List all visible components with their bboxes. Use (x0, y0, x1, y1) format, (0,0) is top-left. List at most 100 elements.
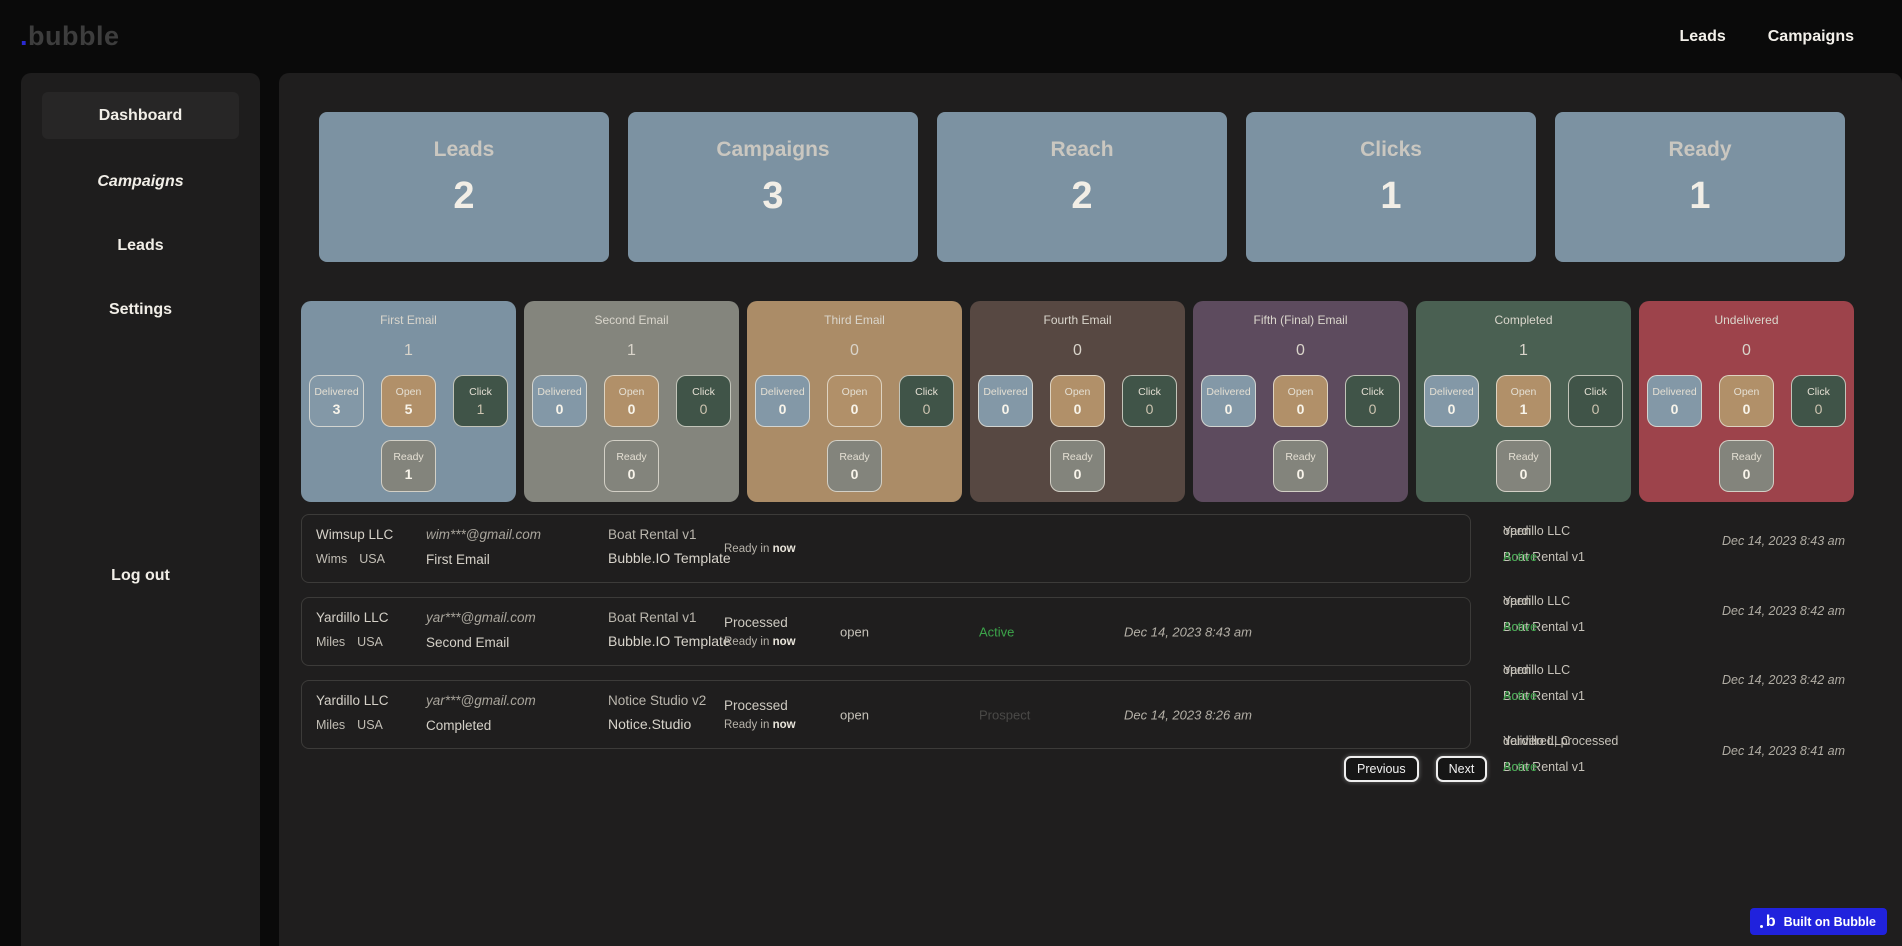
chip-value: 3 (333, 401, 341, 417)
stage-chips: Delivered 0 Open 0 Click 0 (970, 375, 1185, 427)
chip-label: Click (915, 386, 938, 398)
logo-dot-icon: . (20, 21, 28, 51)
nav-leads[interactable]: Leads (1680, 28, 1726, 46)
status-badge: Active (979, 624, 1014, 639)
stat-cards-row: Leads 2 Campaigns 3 Reach 2 Clicks 1 Rea… (319, 112, 1845, 262)
click-chip: Click 0 (1791, 375, 1846, 427)
ready-in-label: Ready in now (724, 543, 796, 555)
sidebar-item-leads[interactable]: Leads (21, 237, 260, 255)
stat-card: Leads 2 (319, 112, 609, 262)
chip-value: 0 (1146, 401, 1154, 417)
stage-count: 0 (1193, 342, 1408, 360)
open-flag: open (840, 624, 869, 639)
activity-company: Yardillo LLC (1503, 524, 1570, 538)
chip-value: 5 (405, 401, 413, 417)
chip-value: 0 (1074, 401, 1082, 417)
lead-row[interactable]: Wimsup LLC WimsUSA wim***@gmail.com Firs… (301, 514, 1471, 583)
activity-timestamp: Dec 14, 2023 8:42 am (1722, 673, 1845, 687)
email-masked: wim***@gmail.com (426, 527, 541, 542)
ready-chip: Ready 0 (1050, 440, 1105, 492)
open-chip: Open 5 (381, 375, 436, 427)
chip-value: 0 (851, 466, 859, 482)
lead-row[interactable]: Yardillo LLC MilesUSA yar***@gmail.com C… (301, 680, 1471, 749)
delivered-chip: Delivered 0 (1424, 375, 1479, 427)
ready-chip: Ready 0 (827, 440, 882, 492)
stat-label: Clicks (1246, 138, 1536, 162)
lead-status-column: Processed Ready in now (724, 598, 796, 665)
template-name: Bubble.IO Template (608, 550, 731, 566)
open-flag: open (840, 707, 869, 722)
chip-value: 0 (1815, 401, 1823, 417)
chip-label: Ready (1508, 451, 1538, 463)
click-chip: Click 1 (453, 375, 508, 427)
email-stage-card: Third Email 0 Delivered 0 Open 0 Click 0 (747, 301, 962, 502)
chip-label: Open (1288, 386, 1314, 398)
built-on-bubble-badge[interactable]: b Built on Bubble (1750, 908, 1887, 935)
activity-company: Yardillo LLC (1503, 594, 1570, 608)
chip-label: Ready (1062, 451, 1092, 463)
click-chip: Click 0 (676, 375, 731, 427)
email-stage-card: Second Email 1 Delivered 0 Open 0 Click … (524, 301, 739, 502)
lead-row[interactable]: Yardillo LLC MilesUSA yar***@gmail.com S… (301, 597, 1471, 666)
chip-label: Click (1138, 386, 1161, 398)
activity-company: Yardillo LLC (1503, 734, 1570, 748)
chip-value: 0 (1671, 401, 1679, 417)
activity-entry: open Boat Rental v1 Yardillo LLC Active … (1503, 594, 1855, 650)
next-button[interactable]: Next (1436, 756, 1488, 782)
chip-label: Delivered (983, 386, 1027, 398)
activity-entry: delivered, processed Boat Rental v1 Yard… (1503, 734, 1855, 790)
chip-value: 0 (779, 401, 787, 417)
sidebar-item-label: Dashboard (42, 107, 239, 125)
delivered-chip: Delivered 0 (532, 375, 587, 427)
company-name: Yardillo LLC (316, 610, 389, 625)
company-name: Yardillo LLC (316, 693, 389, 708)
previous-button[interactable]: Previous (1344, 756, 1419, 782)
ready-chip: Ready 1 (381, 440, 436, 492)
chip-label: Click (469, 386, 492, 398)
chip-value: 0 (628, 466, 636, 482)
chip-label: Click (1361, 386, 1384, 398)
chip-value: 1 (1520, 401, 1528, 417)
pagination: Previous Next (1344, 756, 1487, 782)
chip-label: Ready (616, 451, 646, 463)
stage-title: Undelivered (1639, 301, 1854, 327)
stat-value: 3 (628, 175, 918, 218)
chip-value: 0 (1743, 401, 1751, 417)
stage-count: 1 (1416, 342, 1631, 360)
delivered-chip: Delivered 3 (309, 375, 364, 427)
open-chip: Open 0 (827, 375, 882, 427)
open-chip: Open 1 (1496, 375, 1551, 427)
chip-value: 0 (1448, 401, 1456, 417)
chip-value: 0 (628, 401, 636, 417)
chip-value: 0 (851, 401, 859, 417)
stage-title: Fifth (Final) Email (1193, 301, 1408, 327)
row-timestamp: Dec 14, 2023 8:43 am (1124, 624, 1252, 639)
ready-chip: Ready 0 (1273, 440, 1328, 492)
sidebar-item-campaigns[interactable]: Campaigns (21, 173, 260, 191)
stat-value: 2 (937, 175, 1227, 218)
stat-card: Clicks 1 (1246, 112, 1536, 262)
delivered-chip: Delivered 0 (1647, 375, 1702, 427)
ready-in-label: Ready in now (724, 719, 796, 731)
stage-count: 0 (970, 342, 1185, 360)
click-chip: Click 0 (1568, 375, 1623, 427)
sidebar-item-logout[interactable]: Log out (21, 567, 260, 585)
sidebar: Dashboard Campaigns Leads Settings Log o… (21, 73, 260, 946)
ready-chip: Ready 0 (1719, 440, 1774, 492)
email-stage-row: First Email 1 Delivered 3 Open 5 Click 1 (301, 301, 1854, 502)
stat-label: Leads (319, 138, 609, 162)
delivered-chip: Delivered 0 (978, 375, 1033, 427)
activity-entry: open Boat Rental v1 Yardillo LLC Active … (1503, 663, 1855, 719)
email-stage-card: Completed 1 Delivered 0 Open 1 Click 0 (1416, 301, 1631, 502)
stage-count: 0 (1639, 342, 1854, 360)
stage-title: Second Email (524, 301, 739, 327)
chip-value: 1 (405, 466, 413, 482)
badge-label: Built on Bubble (1784, 915, 1876, 929)
leads-list: Wimsup LLC WimsUSA wim***@gmail.com Firs… (301, 514, 1471, 763)
contact-location: MilesUSA (316, 635, 383, 649)
nav-campaigns[interactable]: Campaigns (1768, 28, 1854, 46)
sidebar-item-dashboard[interactable]: Dashboard (42, 92, 239, 139)
stat-value: 2 (319, 175, 609, 218)
sidebar-item-settings[interactable]: Settings (21, 301, 260, 319)
ready-in-label: Ready in now (724, 636, 796, 648)
